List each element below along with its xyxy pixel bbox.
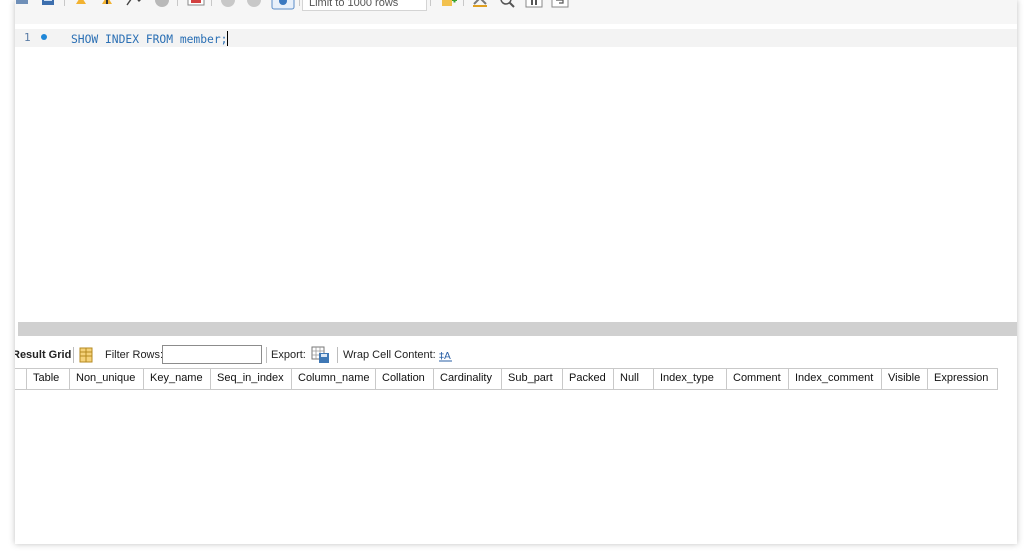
save-icon[interactable] (41, 0, 55, 12)
column-header[interactable]: Non_unique (70, 369, 144, 389)
toolbar-separator (177, 0, 178, 6)
execute-current-icon[interactable] (99, 0, 115, 12)
wrap-icon[interactable] (551, 0, 569, 12)
commit-icon[interactable] (219, 0, 237, 12)
execute-icon[interactable] (73, 0, 89, 12)
export-icon[interactable] (311, 346, 331, 367)
result-grid-tab[interactable]: Result Grid (15, 349, 71, 361)
column-header[interactable]: Key_name (144, 369, 211, 389)
open-file-icon[interactable] (15, 0, 29, 12)
column-header[interactable]: Index_comment (789, 369, 882, 389)
limit-rows-select[interactable]: Limit to 1000 rows (302, 0, 427, 11)
column-header[interactable]: Expression (928, 369, 998, 389)
column-header[interactable]: Visible (882, 369, 928, 389)
column-header[interactable]: Comment (727, 369, 789, 389)
separator (266, 347, 267, 363)
query-toolbar: Limit to 1000 rows (15, 0, 1017, 24)
column-header[interactable]: Null (614, 369, 654, 389)
sql-editor[interactable]: 1 SHOW INDEX FROM member; (15, 24, 1017, 322)
toolbar-separator (64, 0, 65, 6)
text-caret (227, 31, 229, 46)
svg-text:‡A: ‡A (439, 351, 451, 362)
filter-rows-input[interactable] (162, 345, 262, 364)
add-snippet-icon[interactable] (440, 0, 458, 12)
column-header[interactable]: Seq_in_index (211, 369, 292, 389)
column-header[interactable]: Index_type (654, 369, 727, 389)
wrap-cell-content-label: Wrap Cell Content: (343, 349, 436, 361)
toolbar-separator (299, 0, 300, 6)
line-number: 1 (24, 31, 31, 44)
toolbar-separator (463, 0, 464, 6)
wrap-cell-icon[interactable]: ‡A (439, 348, 453, 365)
separator (73, 347, 74, 363)
autocommit-icon[interactable] (271, 0, 295, 12)
editor-result-splitter[interactable] (18, 322, 1017, 336)
column-header[interactable]: Column_name (292, 369, 376, 389)
sql-statement[interactable]: SHOW INDEX FROM member; (71, 31, 229, 46)
separator (337, 347, 338, 363)
export-label: Export: (271, 349, 306, 361)
result-grid-header: Table Non_unique Key_name Seq_in_index C… (15, 368, 998, 390)
toolbar-separator (430, 0, 431, 6)
explain-icon[interactable] (125, 0, 145, 12)
column-header[interactable]: Table (27, 369, 70, 389)
toolbar-separator (211, 0, 212, 6)
column-header[interactable]: Sub_part (502, 369, 563, 389)
row-header-corner[interactable] (15, 369, 27, 389)
column-header[interactable]: Cardinality (434, 369, 502, 389)
statement-marker-icon[interactable] (41, 34, 47, 40)
sql-editor-window: Limit to 1000 rows 1 SHOW INDEX FROM mem… (15, 0, 1017, 544)
form-editor-icon[interactable] (79, 347, 93, 366)
rollback-icon[interactable] (245, 0, 263, 12)
column-header[interactable]: Collation (376, 369, 434, 389)
sql-text[interactable]: SHOW INDEX FROM member; (71, 33, 227, 46)
toggle-error-icon[interactable] (187, 0, 205, 12)
invisible-chars-icon[interactable] (525, 0, 543, 12)
beautify-icon[interactable] (471, 0, 489, 12)
stop-icon[interactable] (153, 0, 171, 12)
find-icon[interactable] (499, 0, 517, 12)
editor-line[interactable]: 1 SHOW INDEX FROM member; (15, 29, 1017, 47)
column-header[interactable]: Packed (563, 369, 614, 389)
filter-rows-label: Filter Rows: (105, 349, 164, 361)
result-toolbar: Result Grid Filter Rows: Export: Wrap Ce… (15, 343, 1017, 367)
